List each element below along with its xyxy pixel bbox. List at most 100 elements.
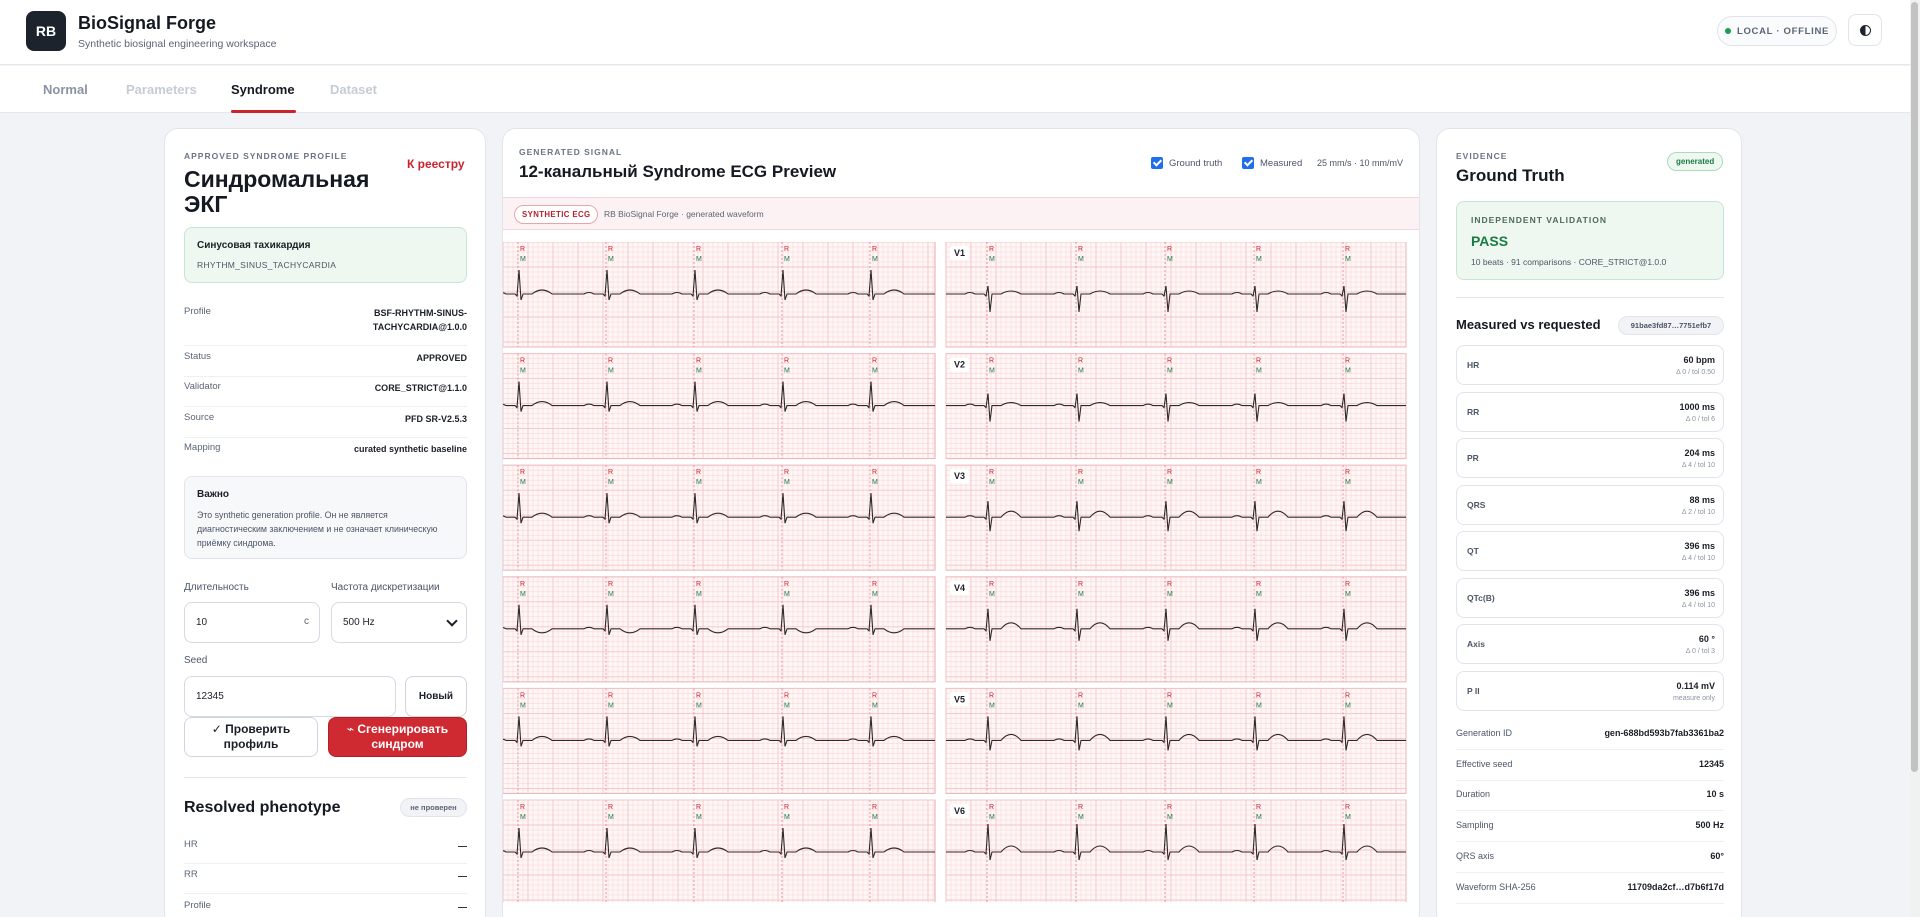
- detail-row-status: Status APPROVED: [184, 351, 467, 377]
- detail-value: BSF-RHYTHM-SINUS-TACHYCARDIA@1.0.0: [372, 308, 467, 332]
- r-peak-marker: R: [1078, 246, 1083, 253]
- phenotype-title: Resolved phenotype: [184, 799, 341, 816]
- r-peak-marker: R: [784, 469, 789, 476]
- phenotype-value: —: [458, 871, 467, 881]
- check-profile-button[interactable]: ✓ Проверить профиль: [184, 717, 318, 757]
- r-peak-marker: R: [1167, 692, 1172, 699]
- phenotype-status-badge: не проверен: [400, 798, 467, 817]
- ground-truth-toggle[interactable]: Ground truth: [1151, 157, 1222, 169]
- detail-label: Validator: [184, 381, 221, 392]
- tab-syndrome[interactable]: Syndrome: [231, 82, 295, 97]
- lead-label: V6: [954, 806, 965, 816]
- measured-marker: M: [520, 702, 526, 709]
- checkbox-checked-icon[interactable]: [1242, 157, 1254, 169]
- panel-eyebrow: APPROVED SYNDROME PROFILE: [184, 151, 348, 161]
- generate-syndrome-button[interactable]: ⌁ Сгенерировать синдром: [328, 717, 467, 757]
- sampling-select[interactable]: 500 Hz: [331, 602, 467, 643]
- measured-label: Measured: [1260, 157, 1303, 169]
- evidence-info-row: Sampling 500 Hz: [1456, 811, 1724, 843]
- phenotype-label: HR: [184, 839, 198, 850]
- tab-normal[interactable]: Normal: [43, 82, 88, 97]
- metric-row: Axis 60 ° Δ 0 / tol 3: [1456, 624, 1724, 664]
- connection-status-badge: LOCAL · OFFLINE: [1717, 16, 1837, 46]
- metric-row: QTc(B) 396 ms Δ 4 / tol 10: [1456, 577, 1724, 618]
- duration-input[interactable]: 10 c: [184, 602, 320, 643]
- detail-row-validator: Validator CORE_STRICT@1.1.0: [184, 381, 467, 407]
- r-peak-marker: R: [872, 804, 877, 811]
- measured-marker: M: [1345, 702, 1351, 709]
- measured-marker: M: [1345, 591, 1351, 598]
- measured-marker: M: [1256, 591, 1262, 598]
- r-peak-marker: R: [784, 358, 789, 365]
- measured-marker: M: [696, 591, 702, 598]
- seed-label: Seed: [184, 655, 208, 666]
- ecg-lead-panel: RMRMRMRMRM: [503, 799, 936, 902]
- r-peak-marker: R: [989, 581, 994, 588]
- scrollbar-thumb[interactable]: [1911, 2, 1918, 772]
- ecg-lead-panel: RMRMRMRMRM: [503, 353, 936, 460]
- metric-tolerance: Δ 0 / tol 6: [1685, 415, 1715, 423]
- theme-toggle-button[interactable]: [1848, 14, 1882, 46]
- new-seed-button[interactable]: Новый: [405, 676, 467, 717]
- rhythm-name: Синусовая тахикардия: [197, 240, 311, 251]
- ecg-lead-panel: RMRMRMRMRM: [503, 242, 936, 348]
- measured-marker: M: [784, 479, 790, 486]
- metric-label: RR: [1467, 406, 1480, 417]
- r-peak-marker: R: [784, 804, 789, 811]
- disclaimer-note: Важно Это synthetic generation profile. …: [184, 476, 467, 559]
- metric-tolerance: Δ 0 / tol 0.50: [1676, 369, 1715, 376]
- ecg-lead-panel: RMRMRMRMRM: [503, 687, 936, 794]
- metric-row: RR 1000 ms Δ 0 / tol 6: [1456, 391, 1724, 432]
- r-peak-marker: R: [1167, 358, 1172, 365]
- back-to-registry-link[interactable]: К реестру: [407, 157, 465, 171]
- metric-value: 60 °: [1698, 634, 1715, 644]
- measured-marker: M: [784, 256, 790, 263]
- evidence-info-row: Effective seed 12345: [1456, 750, 1724, 781]
- detail-label: Mapping: [184, 442, 221, 453]
- info-label: Sampling: [1456, 820, 1494, 831]
- r-peak-marker: R: [520, 469, 525, 476]
- r-peak-marker: R: [608, 804, 613, 811]
- checkbox-checked-icon[interactable]: [1151, 157, 1163, 169]
- tab-parameters[interactable]: Parameters: [126, 82, 197, 97]
- r-peak-marker: R: [1167, 581, 1172, 588]
- measured-marker: M: [989, 814, 995, 821]
- measured-marker: M: [520, 368, 526, 375]
- measured-marker: M: [989, 702, 995, 709]
- r-peak-marker: R: [989, 469, 994, 476]
- lead-label: V5: [954, 694, 965, 704]
- measured-toggle[interactable]: Measured: [1242, 157, 1302, 169]
- r-peak-marker: R: [696, 804, 701, 811]
- detail-label: Status: [184, 351, 211, 362]
- measured-marker: M: [1078, 256, 1084, 263]
- evidence-info-row: Duration 10 s: [1456, 780, 1724, 812]
- r-peak-marker: R: [608, 692, 613, 699]
- tab-bar: Normal Parameters Syndrome Dataset: [0, 66, 1910, 113]
- r-peak-marker: R: [1078, 581, 1083, 588]
- measured-vs-requested-title: Measured vs requested: [1456, 317, 1601, 332]
- metric-value: 396 ms: [1684, 587, 1715, 598]
- tab-dataset[interactable]: Dataset: [330, 82, 377, 97]
- r-peak-marker: R: [696, 581, 701, 588]
- info-label: Duration: [1456, 789, 1491, 800]
- metric-tolerance: Δ 2 / tol 10: [1681, 508, 1715, 516]
- strip-caption: RB BioSignal Forge · generated waveform: [604, 209, 764, 219]
- phenotype-row-hr: HR —: [184, 839, 467, 864]
- info-label: Waveform SHA-256: [1456, 881, 1536, 892]
- phenotype-value: —: [458, 841, 467, 851]
- signal-title: 12-канальный Syndrome ECG Preview: [519, 162, 837, 181]
- measured-marker: M: [608, 256, 614, 263]
- evidence-info-row: QRS axis 60°: [1456, 842, 1724, 873]
- detail-label: Source: [184, 412, 215, 423]
- r-peak-marker: R: [520, 358, 525, 365]
- app-logo: RB: [26, 11, 66, 51]
- measured-marker: M: [608, 368, 614, 375]
- seed-input[interactable]: 12345: [184, 676, 396, 717]
- r-peak-marker: R: [1345, 692, 1350, 699]
- generated-badge: generated: [1667, 152, 1724, 171]
- connection-status-label: LOCAL · OFFLINE: [1736, 25, 1830, 37]
- r-peak-marker: R: [608, 469, 613, 476]
- metric-label: HR: [1467, 360, 1480, 370]
- measured-marker: M: [608, 479, 614, 486]
- measured-marker: M: [520, 814, 526, 821]
